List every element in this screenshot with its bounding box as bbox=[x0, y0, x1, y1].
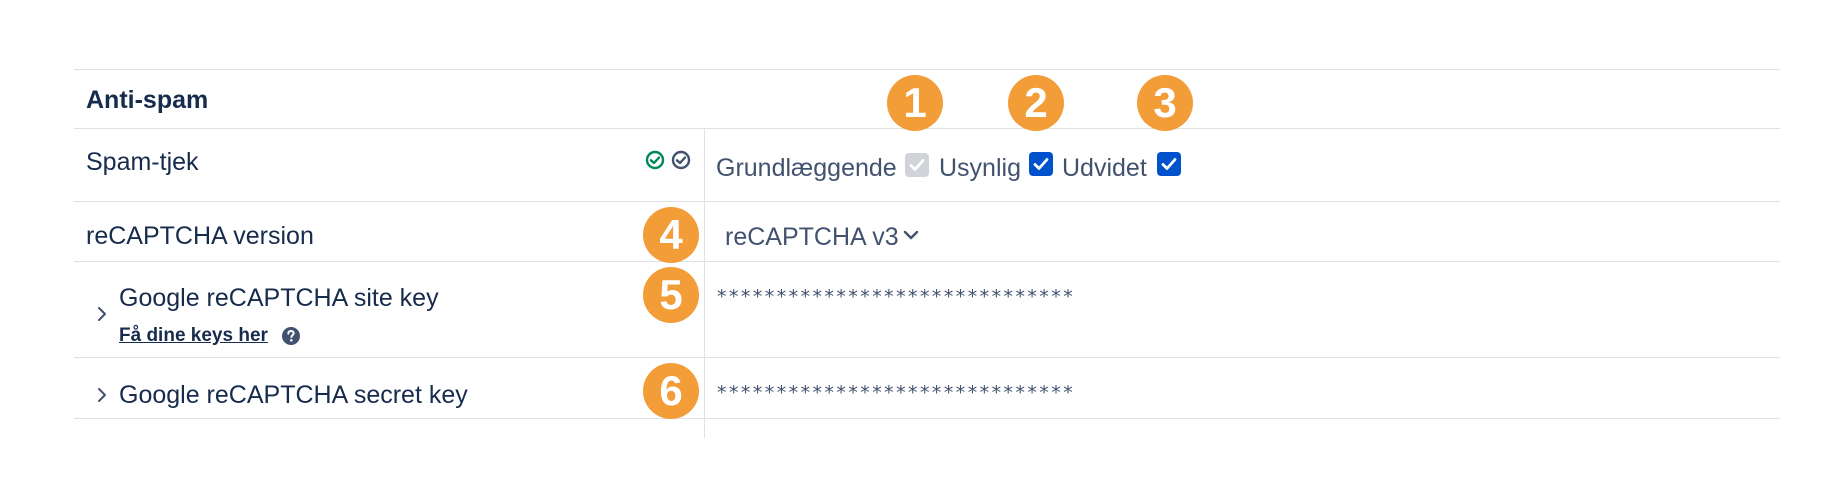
chevron-right-icon[interactable] bbox=[96, 386, 108, 409]
question-circle-icon[interactable] bbox=[281, 326, 301, 351]
option-invisible-label: Usynlig bbox=[939, 154, 1021, 182]
chevron-right-icon[interactable] bbox=[96, 305, 108, 328]
spam-check-label: Spam-tjek bbox=[86, 148, 199, 176]
check-circle-icon bbox=[671, 150, 691, 175]
row-divider bbox=[74, 261, 1780, 262]
option-invisible-checkbox[interactable] bbox=[1029, 152, 1053, 176]
secret-key-field[interactable]: ****************************** bbox=[716, 382, 1074, 404]
site-key-label: Google reCAPTCHA site key bbox=[119, 284, 439, 312]
section-title: Anti-spam bbox=[86, 86, 209, 114]
option-extended-checkbox[interactable] bbox=[1157, 152, 1181, 176]
callout-badge-3: 3 bbox=[1137, 75, 1193, 131]
option-basic-label: Grundlæggende bbox=[716, 154, 897, 182]
chevron-down-icon bbox=[902, 228, 920, 247]
callout-badge-6: 6 bbox=[643, 363, 699, 419]
recaptcha-version-value: reCAPTCHA v3 bbox=[725, 223, 899, 251]
callout-badge-4: 4 bbox=[643, 207, 699, 263]
column-divider bbox=[704, 128, 705, 438]
callout-badge-2: 2 bbox=[1008, 75, 1064, 131]
option-basic-checkbox[interactable] bbox=[905, 153, 929, 177]
site-key-field[interactable]: ****************************** bbox=[716, 286, 1074, 308]
table-top-border bbox=[74, 69, 1780, 70]
recaptcha-version-select[interactable]: reCAPTCHA v3 bbox=[712, 214, 932, 254]
option-extended-label: Udvidet bbox=[1062, 154, 1147, 182]
callout-badge-1: 1 bbox=[887, 75, 943, 131]
recaptcha-version-label: reCAPTCHA version bbox=[86, 222, 314, 250]
row-divider bbox=[74, 201, 1780, 202]
row-divider bbox=[74, 357, 1780, 358]
check-circle-icon bbox=[645, 150, 665, 175]
callout-badge-5: 5 bbox=[643, 267, 699, 323]
table-bottom-border bbox=[74, 418, 1780, 419]
get-keys-link[interactable]: Få dine keys her bbox=[119, 325, 268, 347]
secret-key-label: Google reCAPTCHA secret key bbox=[119, 381, 468, 409]
